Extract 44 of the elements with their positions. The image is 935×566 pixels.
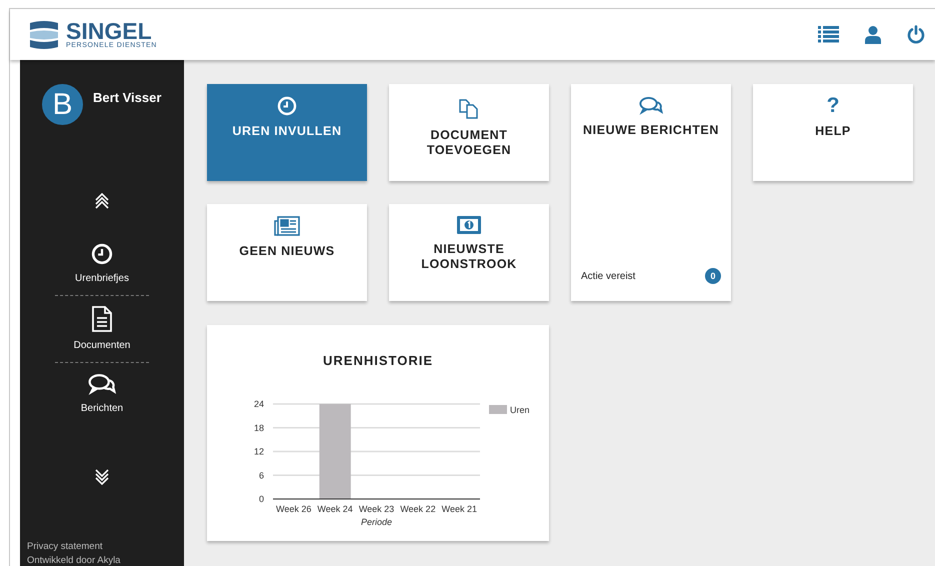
dashboard-tile[interactable]: NIEUWE BERICHTEN Actie vereist 0: [571, 84, 731, 301]
footer-link[interactable]: Privacy statement: [27, 541, 120, 552]
axis-tick-label: 6: [258, 470, 264, 480]
user-icon[interactable]: [865, 26, 881, 44]
dashboard-tile[interactable]: UREN INVULLEN: [207, 84, 367, 181]
chat-icon: [88, 373, 116, 396]
axis-tick-label: Week 22: [400, 504, 436, 514]
axis-tick-label: 0: [258, 494, 264, 504]
tile-footer-label: Actie vereist: [581, 270, 636, 282]
power-icon[interactable]: [907, 25, 925, 44]
double-chevron-down-icon[interactable]: [95, 469, 109, 486]
chart-title: URENHISTORIE: [323, 353, 433, 368]
count-badge: 0: [705, 268, 721, 284]
question-icon: ?: [826, 96, 840, 116]
dashboard-tile[interactable]: GEEN NIEUWS: [207, 204, 367, 301]
banknote-icon: [457, 216, 481, 234]
axis-title: Periode: [360, 517, 392, 527]
newspaper-icon: [274, 216, 300, 236]
axis-tick-label: 12: [254, 446, 264, 456]
footer-link[interactable]: Ontwikkeld door Akyla: [27, 555, 120, 566]
axis-tick-label: Week 21: [442, 504, 477, 514]
dashboard-tile[interactable]: ? HELP: [753, 84, 913, 181]
axis-tick-label: 18: [254, 422, 264, 433]
nav-item[interactable]: Documenten: [55, 296, 149, 363]
nav-item[interactable]: Berichten: [55, 363, 149, 426]
legend-label: Uren: [510, 405, 530, 415]
logo-title: SINGEL: [66, 20, 152, 42]
legend-swatch: [489, 405, 507, 414]
axis-tick-label: Week 24: [317, 504, 353, 514]
clock-icon: [277, 96, 297, 116]
avatar: B: [42, 84, 83, 125]
logo-icon: [28, 18, 60, 50]
user-name: Bert Visser: [93, 90, 162, 105]
clock-icon: [91, 243, 113, 265]
nav-item[interactable]: Urenbriefjes: [55, 233, 149, 296]
axis-tick-label: Week 26: [276, 504, 312, 514]
chat-icon: [639, 96, 663, 116]
list-icon[interactable]: [818, 26, 839, 43]
double-chevron-up-icon[interactable]: [95, 193, 109, 209]
axis-tick-label: Week 23: [358, 504, 394, 514]
axis-tick-label: 24: [254, 399, 264, 409]
document-icon: [92, 306, 112, 332]
dashboard-tile[interactable]: DOCUMENT TOEVOEGEN: [389, 84, 549, 181]
dashboard-tile[interactable]: NIEUWSTE LOONSTROOK: [389, 204, 549, 301]
